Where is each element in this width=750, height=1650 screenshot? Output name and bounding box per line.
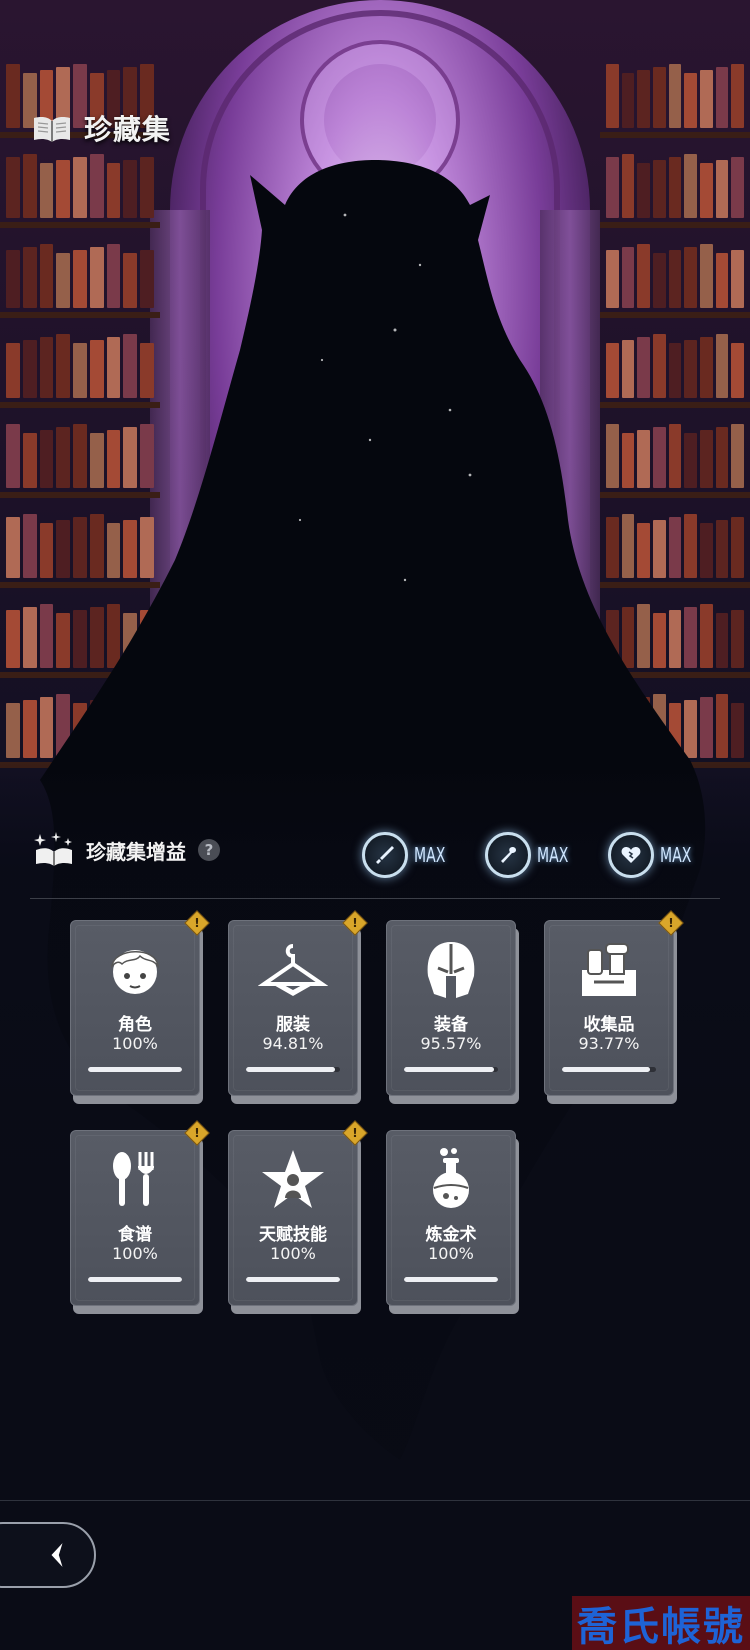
card-percentage: 100%: [428, 1244, 474, 1263]
card-label: 装备: [434, 1015, 468, 1035]
alert-glyph: !: [352, 1126, 358, 1140]
card-progress-bar: [88, 1067, 182, 1072]
card-label: 角色: [118, 1015, 152, 1035]
card-progress-bar: [562, 1067, 656, 1072]
card-progress-fill: [404, 1277, 498, 1282]
help-icon[interactable]: ?: [198, 839, 220, 861]
collection-card[interactable]: 收集品 93.77%!: [544, 910, 684, 1104]
card-progress-fill: [562, 1067, 651, 1072]
page-title: 珍藏集: [84, 113, 172, 146]
card-percentage: 95.57%: [420, 1034, 482, 1053]
card-label: 炼金术: [425, 1225, 477, 1245]
hanger-icon: [258, 944, 328, 996]
card-label: 服装: [276, 1015, 310, 1035]
stat-magic[interactable]: MAX: [485, 828, 577, 882]
spoon-fork-icon: [113, 1152, 154, 1206]
helmet-icon: [427, 942, 475, 998]
page-header: 珍藏集: [32, 108, 171, 148]
stat-health-value: MAX: [660, 843, 692, 867]
section-divider: [30, 898, 720, 899]
heart-icon: [608, 832, 654, 878]
card-progress-fill: [88, 1277, 182, 1282]
card-progress-bar: [246, 1067, 340, 1072]
footer-divider: [0, 1500, 750, 1501]
card-progress-bar: [404, 1277, 498, 1282]
card-percentage: 93.77%: [578, 1034, 640, 1053]
back-button[interactable]: [0, 1522, 96, 1588]
collection-bonus-header: 珍藏集增益 ?: [32, 830, 220, 870]
card-percentage: 100%: [270, 1244, 316, 1263]
card-progress-fill: [246, 1067, 336, 1072]
card-progress-bar: [246, 1277, 340, 1282]
alert-glyph: !: [352, 916, 358, 930]
stat-attack[interactable]: MAX: [362, 828, 454, 882]
collection-card[interactable]: 角色 100%!: [70, 910, 210, 1104]
watermark: 喬氏帳號: [572, 1596, 750, 1650]
collection-card[interactable]: 天赋技能 100%!: [228, 1120, 368, 1314]
card-label: 天赋技能: [259, 1225, 327, 1245]
collectibles-icon: [582, 943, 636, 996]
card-percentage: 94.81%: [262, 1034, 324, 1053]
wand-icon: [485, 832, 531, 878]
card-progress-fill: [246, 1277, 340, 1282]
collection-card[interactable]: 服装 94.81%!: [228, 910, 368, 1104]
stat-attack-value: MAX: [414, 843, 446, 867]
card-progress-bar: [88, 1277, 182, 1282]
sparkle-book-icon: [34, 832, 72, 866]
collection-card[interactable]: 炼金术 100%: [386, 1130, 519, 1314]
alert-glyph: !: [194, 1126, 200, 1140]
card-label: 食谱: [118, 1225, 152, 1245]
game-scene: 珍藏集 珍藏集增益 ? MAX MAX MAX 角色 100%! 服装 94.81%!…: [0, 0, 750, 1650]
collection-card[interactable]: 食谱 100%!: [70, 1120, 210, 1314]
bonus-title: 珍藏集增益: [86, 839, 186, 864]
card-progress-fill: [88, 1067, 182, 1072]
sword-icon: [362, 832, 408, 878]
collection-card[interactable]: 装备 95.57%: [386, 920, 519, 1104]
card-label: 收集品: [583, 1015, 635, 1035]
alert-glyph: !: [194, 916, 200, 930]
stat-magic-value: MAX: [537, 843, 569, 867]
card-percentage: 100%: [112, 1244, 158, 1263]
stat-health[interactable]: MAX: [608, 828, 700, 882]
card-progress-fill: [404, 1067, 494, 1072]
character-face-icon: [111, 950, 160, 994]
talent-star-icon: [262, 1150, 324, 1208]
card-progress-bar: [404, 1067, 498, 1072]
alert-glyph: !: [668, 916, 674, 930]
card-percentage: 100%: [112, 1034, 158, 1053]
potion-flask-icon: [433, 1148, 469, 1208]
open-book-icon: [34, 117, 70, 142]
back-arrow-icon: [51, 1543, 63, 1567]
